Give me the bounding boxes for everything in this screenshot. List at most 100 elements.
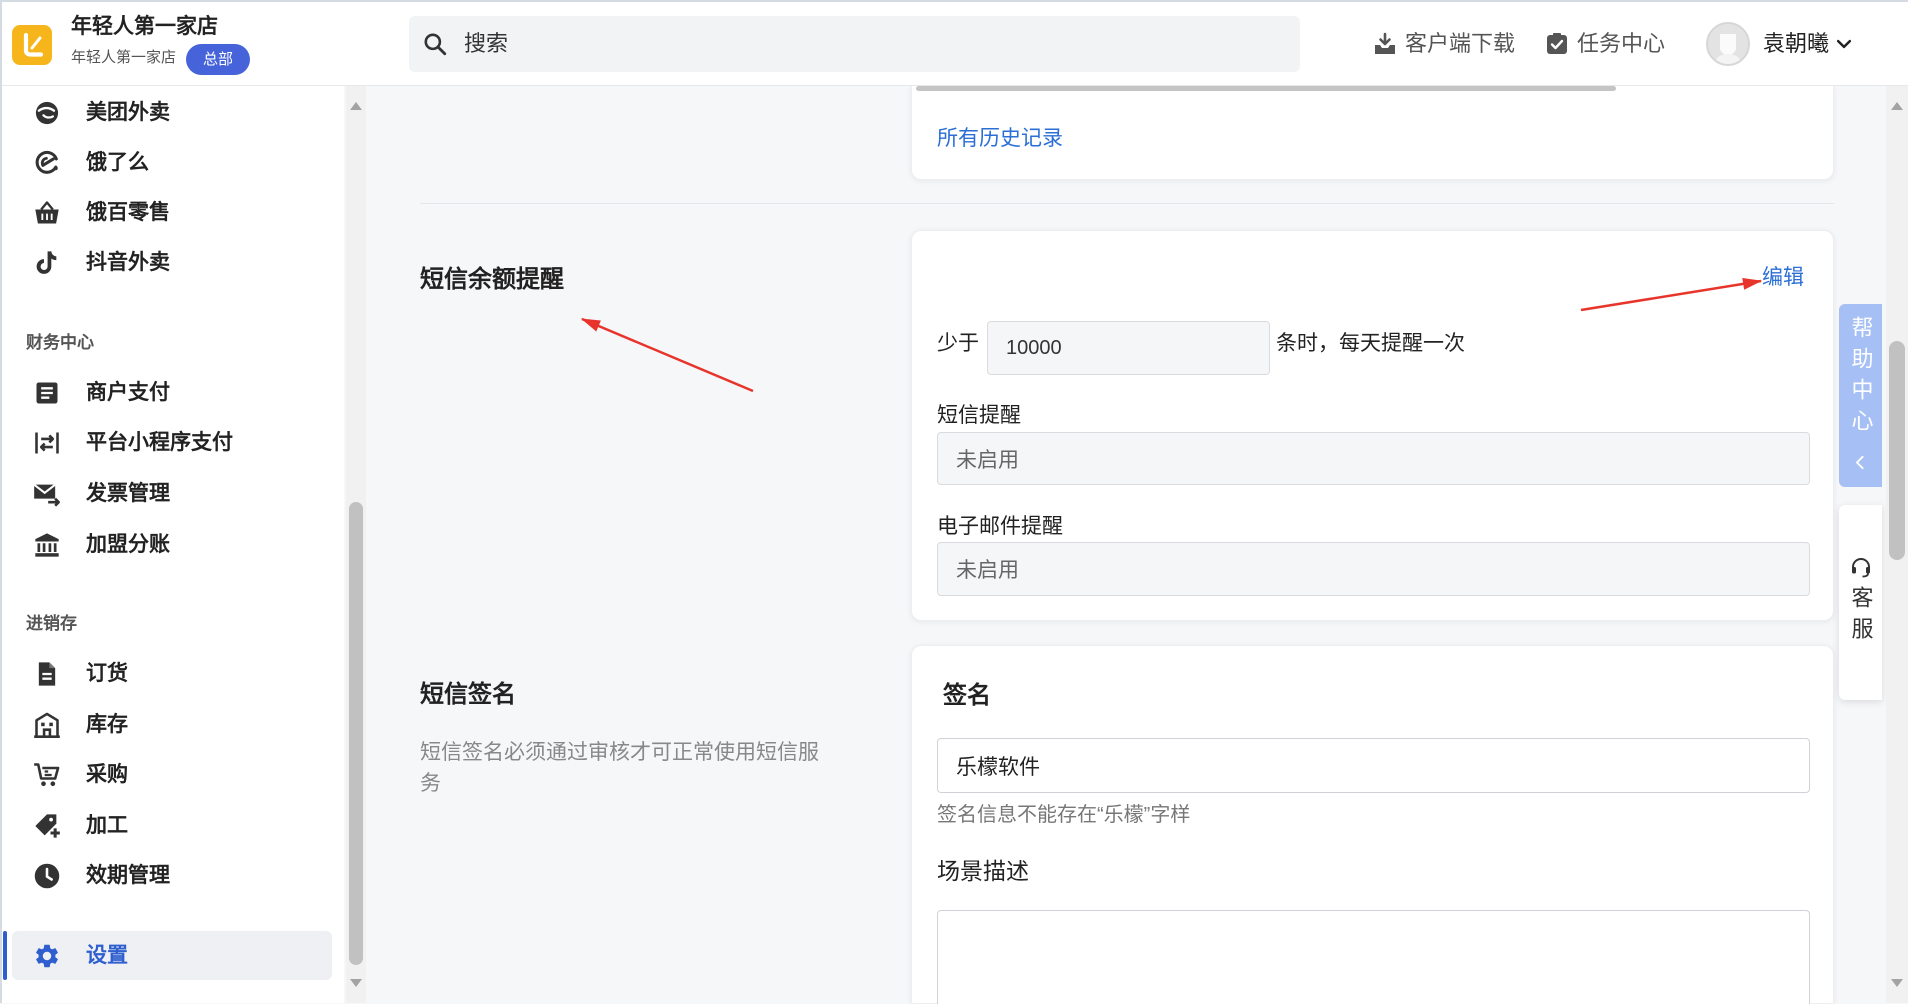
email-reminder-label: 电子邮件提醒 xyxy=(937,515,1063,538)
sidebar-item-label: 平台小程序支付 xyxy=(86,431,233,454)
task-center-button[interactable]: 任务中心 xyxy=(1545,24,1685,64)
page-scroll-down-arrow-icon[interactable] xyxy=(1891,979,1903,987)
sidebar-item-label: 商户支付 xyxy=(86,381,170,404)
history-card: 所有历史记录 xyxy=(911,86,1834,180)
sms-reminder-label: 短信提醒 xyxy=(937,404,1021,427)
sidebar-item-douyin[interactable]: 抖音外卖 xyxy=(12,241,332,285)
sidebar-item-label: 采购 xyxy=(86,763,128,786)
sidebar-item-label: 美团外卖 xyxy=(86,101,170,124)
sidebar-item-mini-program-payment[interactable]: 平台小程序支付 xyxy=(12,421,332,465)
sidebar-scrollbar-thumb[interactable] xyxy=(349,502,363,965)
clock-icon xyxy=(33,862,61,890)
help-center-title: 帮助中心 xyxy=(1848,316,1874,440)
sidebar-item-purchase[interactable]: 采购 xyxy=(12,753,332,797)
signature-card-title: 签名 xyxy=(943,682,991,709)
douyin-icon xyxy=(33,249,61,277)
sms-signature-description: 短信签名必须通过审核才可正常使用短信服务 xyxy=(420,741,819,795)
sidebar-item-stock[interactable]: 库存 xyxy=(12,703,332,747)
eleme-icon xyxy=(33,149,61,177)
task-center-label: 任务中心 xyxy=(1577,31,1666,56)
cart-icon xyxy=(33,761,61,789)
bank-icon xyxy=(33,531,61,559)
sidebar-item-processing[interactable]: 加工 xyxy=(12,804,332,848)
sidebar-item-label: 饿了么 xyxy=(86,151,149,174)
sms-balance-card: 编辑 少于 条时，每天提醒一次 短信提醒 电子邮件提醒 xyxy=(911,230,1834,621)
store-subtitle: 年轻人第一家店 xyxy=(71,49,177,66)
user-menu[interactable]: 袁朝曦 xyxy=(1704,20,1858,68)
sidebar-item-settings[interactable]: 设置 xyxy=(12,931,332,980)
annotation-arrow-section-title xyxy=(580,317,754,393)
signature-input[interactable] xyxy=(937,738,1810,793)
gear-icon xyxy=(33,942,61,970)
headquarters-badge: 总部 xyxy=(186,44,250,75)
sidebar-item-label: 加盟分账 xyxy=(86,533,170,556)
download-icon xyxy=(1373,32,1397,56)
sidebar-item-ebai[interactable]: 饿百零售 xyxy=(12,191,332,235)
exchange-icon xyxy=(33,429,61,457)
sms-signature-section-title: 短信签名 xyxy=(420,681,516,708)
sms-balance-section-title: 短信余额提醒 xyxy=(420,266,564,293)
sidebar-item-label: 发票管理 xyxy=(86,482,170,505)
scene-description-label: 场景描述 xyxy=(937,858,1029,884)
less-than-label: 少于 xyxy=(937,332,979,355)
sms-signature-card: 签名 签名信息不能存在“乐檬”字样 场景描述 xyxy=(911,645,1834,1004)
scene-description-textarea[interactable] xyxy=(937,910,1810,1004)
page-scrollbar-thumb[interactable] xyxy=(1889,341,1905,560)
basket-icon xyxy=(33,199,61,227)
sidebar-scrollbar[interactable] xyxy=(346,86,366,1003)
help-center-panel[interactable]: 帮助中心 xyxy=(1839,304,1882,487)
customer-service-title-wrap: 客服 xyxy=(1839,586,1882,648)
scroll-up-arrow-icon[interactable] xyxy=(350,102,362,110)
customer-service-title: 客服 xyxy=(1848,586,1874,648)
help-center-title-wrap: 帮助中心 xyxy=(1839,316,1882,440)
sidebar-item-eleme[interactable]: 饿了么 xyxy=(12,141,332,185)
sidebar-item-expiry[interactable]: 效期管理 xyxy=(12,854,332,898)
threshold-input xyxy=(987,321,1270,375)
sidebar-item-label: 效期管理 xyxy=(86,864,170,887)
window-left-border xyxy=(0,0,2,1003)
sidebar: 美团外卖 饿了么 饿百零售 抖音外卖 财务中心 商户支付 平台小程序支付 发票管… xyxy=(0,86,344,1003)
store-switcher[interactable]: 年轻人第一家店 年轻人第一家店 总部 xyxy=(68,10,258,78)
sidebar-item-meituan[interactable]: 美团外卖 xyxy=(12,91,332,135)
store-name: 年轻人第一家店 xyxy=(71,15,218,38)
warehouse-icon xyxy=(33,711,61,739)
search-input[interactable] xyxy=(464,16,1284,72)
customer-service-panel[interactable]: 客服 xyxy=(1839,505,1882,700)
sidebar-item-franchise-split[interactable]: 加盟分账 xyxy=(12,523,332,567)
email-reminder-field xyxy=(937,542,1810,596)
threshold-suffix: 条时，每天提醒一次 xyxy=(1276,332,1465,355)
task-check-icon xyxy=(1545,32,1569,56)
file-icon xyxy=(33,660,61,688)
active-indicator xyxy=(3,931,7,980)
section-divider xyxy=(420,203,1834,204)
edit-link[interactable]: 编辑 xyxy=(1762,264,1804,292)
signature-hint: 签名信息不能存在“乐檬”字样 xyxy=(937,804,1191,826)
table-horizontal-scrollbar[interactable] xyxy=(916,86,1616,91)
scroll-down-arrow-icon[interactable] xyxy=(350,979,362,987)
sidebar-group-inventory: 进销存 xyxy=(26,614,77,633)
sidebar-item-label: 抖音外卖 xyxy=(86,251,170,274)
sidebar-item-merchant-payment[interactable]: 商户支付 xyxy=(12,371,332,415)
chevron-down-icon xyxy=(1834,34,1854,54)
window-top-border xyxy=(0,0,1908,2)
search-icon xyxy=(422,31,448,57)
all-history-link[interactable]: 所有历史记录 xyxy=(937,125,1063,153)
page-scrollbar[interactable] xyxy=(1886,86,1908,1003)
meituan-icon xyxy=(33,99,61,127)
sidebar-item-label: 加工 xyxy=(86,814,128,837)
page-scroll-up-arrow-icon[interactable] xyxy=(1891,102,1903,110)
chevron-left-icon[interactable] xyxy=(1852,454,1869,471)
document-list-icon xyxy=(33,379,61,407)
sidebar-item-ordering[interactable]: 订货 xyxy=(12,652,332,696)
sidebar-item-invoice[interactable]: 发票管理 xyxy=(12,472,332,516)
headset-icon xyxy=(1849,555,1873,579)
sms-reminder-field xyxy=(937,432,1810,485)
client-download-button[interactable]: 客户端下载 xyxy=(1373,24,1533,64)
tag-plus-icon xyxy=(33,812,61,840)
avatar-icon xyxy=(1706,22,1750,66)
search-box[interactable] xyxy=(409,16,1300,72)
sidebar-item-label: 库存 xyxy=(86,713,128,736)
sidebar-item-label: 饿百零售 xyxy=(86,201,170,224)
sidebar-item-label: 设置 xyxy=(86,943,128,967)
sidebar-item-label: 订货 xyxy=(86,662,128,685)
